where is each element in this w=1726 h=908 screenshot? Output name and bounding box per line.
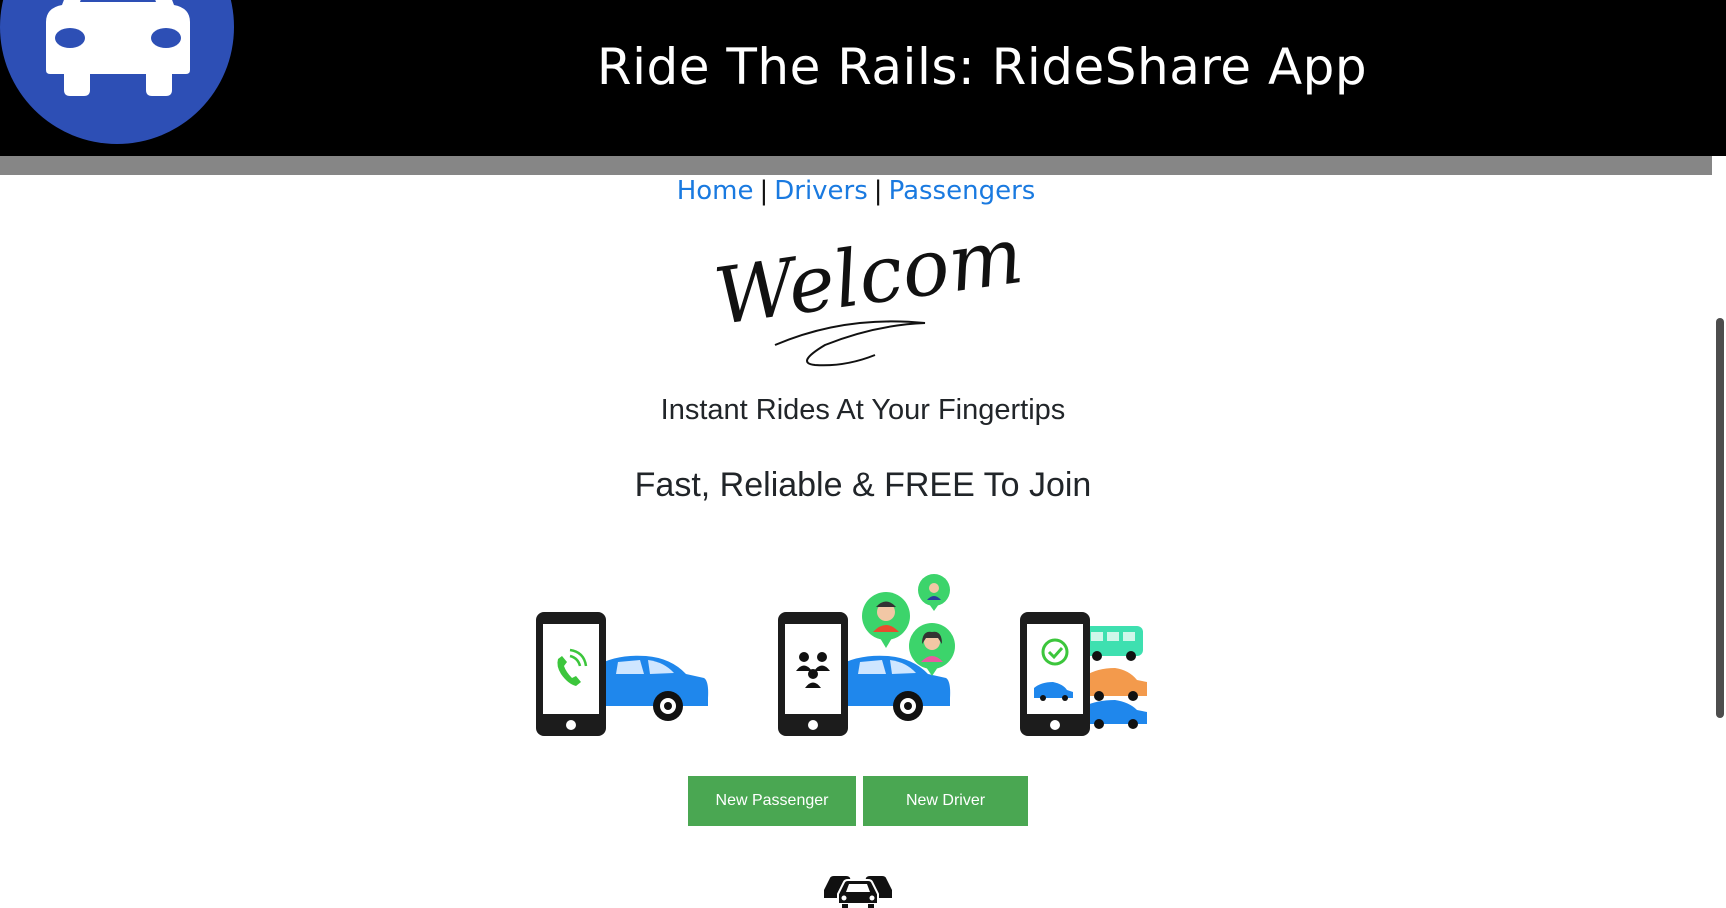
main-nav: Home | Drivers | Passengers <box>0 176 1712 206</box>
site-header: Ride The Rails: RideShare App <box>0 0 1726 156</box>
phone-passengers-car-icon <box>778 574 955 736</box>
new-driver-button[interactable]: New Driver <box>863 776 1028 826</box>
scrollbar[interactable] <box>1712 156 1726 908</box>
nav-separator: | <box>873 176 883 206</box>
site-title: Ride The Rails: RideShare App <box>596 38 1368 96</box>
tagline: Instant Rides At Your Fingertips <box>660 394 1066 426</box>
phone-call-car-icon <box>536 612 709 736</box>
welcome-image: Welcome! <box>709 205 1025 367</box>
nav-home-link[interactable]: Home <box>677 176 754 206</box>
cars-icon <box>824 876 892 908</box>
nav-passengers-link[interactable]: Passengers <box>889 176 1036 206</box>
nav-separator: | <box>759 176 769 206</box>
subtitle: Fast, Reliable & FREE To Join <box>634 466 1092 504</box>
nav-drivers-link[interactable]: Drivers <box>774 176 868 206</box>
new-passenger-button[interactable]: New Passenger <box>688 776 856 826</box>
header-divider <box>0 156 1712 175</box>
scrollbar-thumb[interactable] <box>1716 318 1724 718</box>
phone-check-vehicles-icon <box>1020 612 1147 736</box>
car-icon[interactable] <box>0 0 235 156</box>
